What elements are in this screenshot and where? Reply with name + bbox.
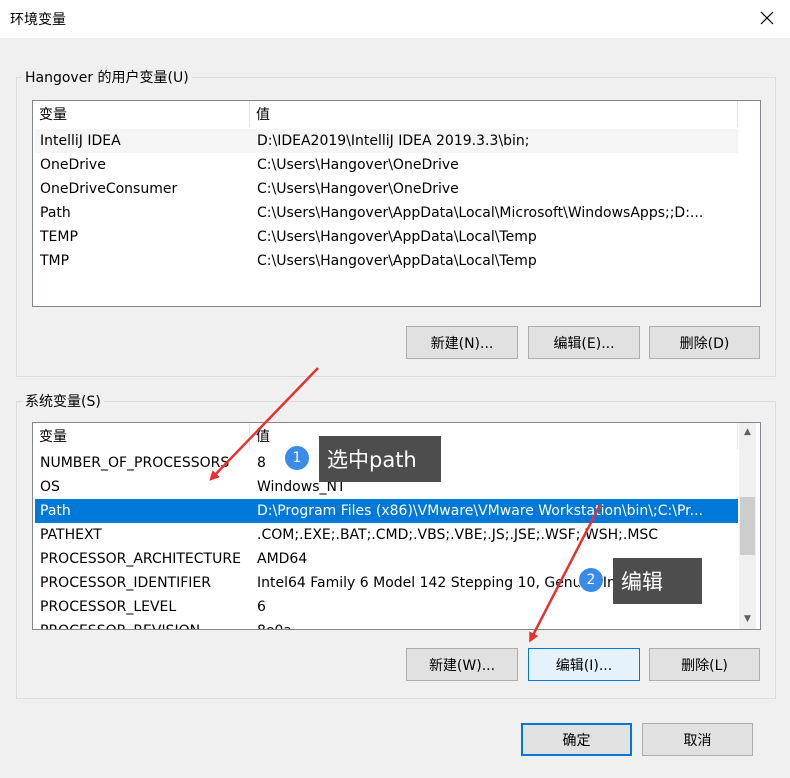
var-value: C:\Users\Hangover\AppData\Local\Temp xyxy=(257,253,537,269)
scroll-up-arrow[interactable]: ▲ xyxy=(739,423,756,440)
system-delete-button[interactable]: 删除(L) xyxy=(649,648,760,681)
var-name: OneDriveConsumer xyxy=(40,181,178,197)
callout-select-path: 选中path xyxy=(319,436,441,482)
scroll-thumb[interactable] xyxy=(740,497,755,555)
var-name: PROCESSOR_ARCHITECTURE xyxy=(40,551,241,567)
var-value: AMD64 xyxy=(257,551,308,567)
table-row[interactable]: IntelliJ IDEA D:\IDEA2019\IntelliJ IDEA … xyxy=(35,129,738,153)
var-name: PROCESSOR_REVISION xyxy=(35,619,250,629)
step-1-badge: 1 xyxy=(284,445,310,471)
var-name: PROCESSOR_IDENTIFIER xyxy=(40,575,211,591)
user-vars-list[interactable]: 变量 值 IntelliJ IDEA D:\IDEA2019\IntelliJ … xyxy=(32,100,761,307)
cancel-button[interactable]: 取消 xyxy=(642,723,753,756)
system-vars-scrollbar[interactable]: ▲ ▼ xyxy=(739,423,756,629)
user-edit-button[interactable]: 编辑(E)... xyxy=(528,326,640,359)
var-name: PATHEXT xyxy=(40,527,102,543)
table-row[interactable]: TMP C:\Users\Hangover\AppData\Local\Temp xyxy=(35,249,738,273)
scroll-down-arrow[interactable]: ▼ xyxy=(739,610,756,627)
var-value: 8e0a xyxy=(250,619,292,629)
close-icon xyxy=(760,11,774,25)
var-value: 6 xyxy=(257,599,266,615)
var-name: TEMP xyxy=(40,229,78,245)
var-value: C:\Users\Hangover\AppData\Local\Temp xyxy=(257,229,537,245)
var-name: OneDrive xyxy=(40,157,106,173)
var-name: OS xyxy=(40,479,60,495)
var-value: C:\Users\Hangover\OneDrive xyxy=(257,157,459,173)
var-value: 8 xyxy=(257,455,266,471)
column-header-variable[interactable]: 变量 xyxy=(33,101,250,127)
table-row[interactable]: OneDriveConsumer C:\Users\Hangover\OneDr… xyxy=(35,177,738,201)
user-new-button[interactable]: 新建(N)... xyxy=(406,326,518,359)
var-value: C:\Users\Hangover\OneDrive xyxy=(257,181,459,197)
system-vars-label: 系统变量(S) xyxy=(22,391,104,411)
close-button[interactable] xyxy=(744,0,790,36)
var-name: PROCESSOR_LEVEL xyxy=(40,599,177,615)
var-value: Intel64 Family 6 Model 142 Stepping 10, … xyxy=(257,575,634,591)
var-name: Path xyxy=(40,205,71,221)
var-name: Path xyxy=(40,503,71,519)
column-header-value[interactable]: 值 xyxy=(250,101,738,127)
callout-edit: 编辑 xyxy=(613,558,702,604)
user-delete-button[interactable]: 删除(D) xyxy=(649,326,760,359)
table-row-selected[interactable]: Path D:\Program Files (x86)\VMware\VMwar… xyxy=(35,499,738,523)
window-title: 环境变量 xyxy=(10,12,66,28)
ok-button[interactable]: 确定 xyxy=(521,723,632,756)
title-bar: 环境变量 xyxy=(0,0,790,38)
user-vars-label: Hangover 的用户变量(U) xyxy=(22,67,192,87)
var-name: NUMBER_OF_PROCESSORS xyxy=(40,455,230,471)
table-row[interactable]: Path C:\Users\Hangover\AppData\Local\Mic… xyxy=(35,201,738,225)
column-header-variable[interactable]: 变量 xyxy=(33,423,250,449)
var-value: .COM;.EXE;.BAT;.CMD;.VBS;.VBE;.JS;.JSE;.… xyxy=(257,527,659,543)
var-value: D:\IDEA2019\IntelliJ IDEA 2019.3.3\bin; xyxy=(257,133,530,149)
table-row[interactable]: OneDrive C:\Users\Hangover\OneDrive xyxy=(35,153,738,177)
user-vars-header: 变量 值 xyxy=(33,101,760,127)
system-edit-button[interactable]: 编辑(I)... xyxy=(528,648,640,681)
step-2-badge: 2 xyxy=(578,567,604,593)
table-row[interactable]: PROCESSOR_REVISION 8e0a xyxy=(35,619,738,629)
var-value: D:\Program Files (x86)\VMware\VMware Wor… xyxy=(257,503,703,519)
system-new-button[interactable]: 新建(W)... xyxy=(406,648,518,681)
var-name: TMP xyxy=(40,253,70,269)
var-value: C:\Users\Hangover\AppData\Local\Microsof… xyxy=(257,205,704,221)
table-row[interactable]: PATHEXT .COM;.EXE;.BAT;.CMD;.VBS;.VBE;.J… xyxy=(35,523,738,547)
var-name: IntelliJ IDEA xyxy=(40,133,121,149)
table-row[interactable]: TEMP C:\Users\Hangover\AppData\Local\Tem… xyxy=(35,225,738,249)
